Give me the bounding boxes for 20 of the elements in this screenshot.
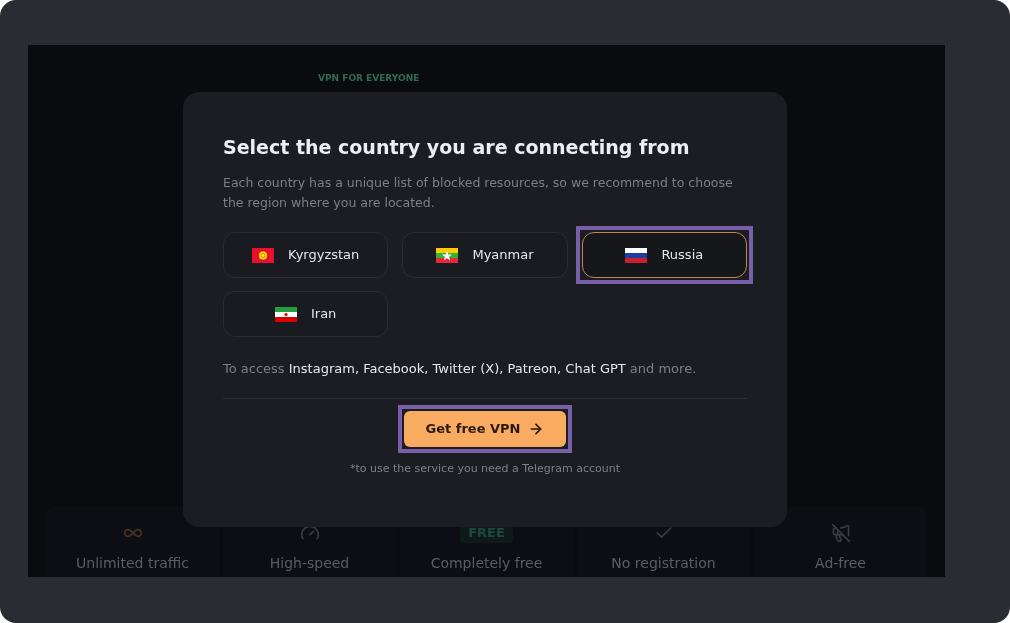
country-option[interactable]: Russia (581, 232, 747, 278)
country-option[interactable]: Kyrgyzstan (223, 232, 389, 278)
dialog-description: Each country has a unique list of blocked resources, so we recommend to choose the region where you are located. (223, 174, 734, 212)
feature-label: Unlimited traffic (76, 554, 189, 573)
flag-icon (625, 247, 648, 263)
country-option[interactable]: Myanmar (402, 232, 568, 278)
tagline: VPN FOR EVERYONE (318, 73, 420, 83)
feature-label: Completely free (430, 554, 543, 573)
flag-icon (274, 306, 297, 322)
dialog-title: Select the country you are connecting from (223, 135, 691, 160)
flag-icon (252, 247, 275, 263)
feature-label: Ad-free (815, 554, 866, 573)
flag-icon (436, 247, 459, 263)
access-note: To access Instagram, Facebook, Twitter (X), Patreon, Chat GPT and more. (223, 360, 698, 378)
megaphone-off-icon (830, 523, 851, 543)
country-option[interactable]: Iran (223, 291, 389, 337)
get-vpn-button[interactable]: Get free VPN (403, 410, 567, 447)
feature-label: High-speed (269, 554, 350, 573)
feature-label: No registration (611, 554, 716, 573)
footnote: *to use the service you need a Telegram account (348, 460, 622, 477)
